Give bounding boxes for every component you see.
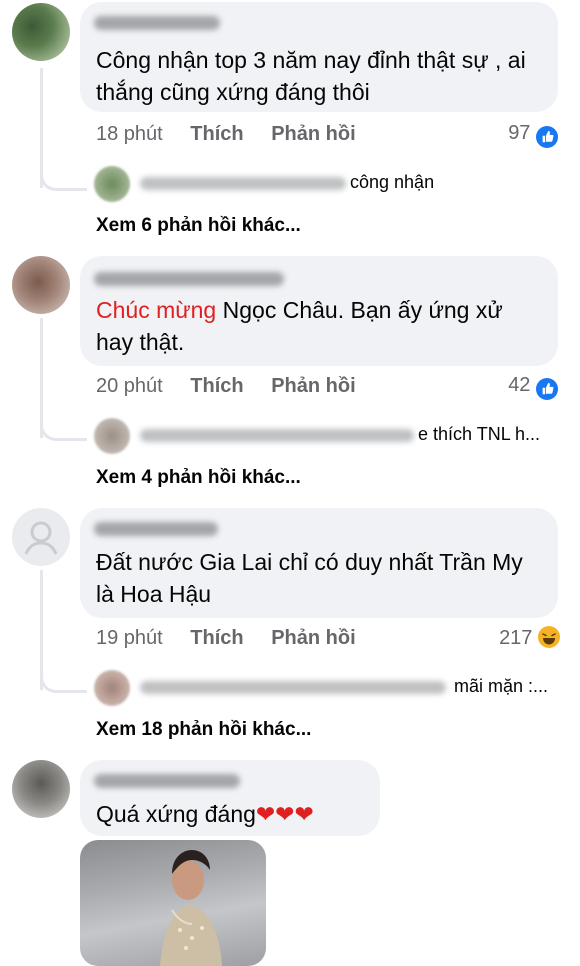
avatar[interactable] — [12, 3, 70, 61]
reply-button[interactable]: Phản hồi — [271, 375, 355, 397]
reaction-count: 217 — [499, 627, 533, 649]
avatar[interactable] — [12, 760, 70, 818]
haha-icon — [538, 626, 560, 648]
heart-emoji: ❤❤❤ — [255, 801, 314, 827]
like-button[interactable]: Thích — [190, 627, 243, 649]
reply-button[interactable]: Phản hồi — [271, 627, 355, 649]
thread-curve — [40, 168, 87, 191]
comment-photo[interactable] — [80, 840, 266, 966]
comment-text: Quá xứng đáng❤❤❤ — [96, 798, 314, 830]
reply-preview[interactable]: e thích TNL h... — [418, 424, 540, 445]
reply-preview[interactable]: công nhận — [350, 172, 434, 193]
reaction-count-group[interactable]: 42 — [480, 374, 558, 400]
comment-text: Đất nước Gia Lai chỉ có duy nhất Trần My… — [96, 549, 523, 607]
like-icon — [536, 125, 558, 148]
comment-time[interactable]: 18 phút — [96, 123, 163, 145]
reaction-count: 97 — [508, 122, 531, 144]
comment-text: Công nhận top 3 năm nay đỉnh thật sự , a… — [96, 47, 526, 105]
comment-time[interactable]: 19 phút — [96, 627, 163, 649]
thread-curve — [40, 418, 87, 441]
view-more-replies[interactable]: Xem 18 phản hồi khác... — [96, 719, 311, 741]
reply-author-redacted — [140, 681, 446, 694]
default-avatar-icon — [24, 521, 58, 555]
comment-bubble: Quá xứng đáng❤❤❤ — [80, 760, 380, 836]
reply-avatar[interactable] — [94, 670, 130, 706]
comment-meta: 19 phút Thích Phản hồi — [96, 627, 356, 650]
avatar[interactable] — [12, 508, 70, 566]
comment-meta: 18 phút Thích Phản hồi — [96, 123, 356, 146]
view-more-replies[interactable]: Xem 6 phản hồi khác... — [96, 215, 301, 237]
thread-curve — [40, 670, 87, 693]
reaction-count-group[interactable]: 217 — [470, 626, 560, 650]
author-name-redacted[interactable] — [94, 272, 284, 286]
comment-text: Chúc mừng Ngọc Châu. Bạn ấy ứng xử hay t… — [96, 294, 536, 358]
like-icon — [536, 377, 558, 400]
comment-text-body: Quá xứng đáng — [96, 801, 256, 827]
comment-highlight: Chúc mừng — [96, 297, 217, 323]
comment-meta: 20 phút Thích Phản hồi — [96, 375, 356, 398]
view-more-replies[interactable]: Xem 4 phản hồi khác... — [96, 467, 301, 489]
comment-bubble: Đất nước Gia Lai chỉ có duy nhất Trần My… — [80, 508, 558, 618]
reply-avatar[interactable] — [94, 166, 130, 202]
reaction-count-group[interactable]: 97 — [480, 122, 558, 148]
author-name-redacted[interactable] — [94, 16, 220, 30]
author-name-redacted[interactable] — [94, 522, 218, 536]
reply-preview[interactable]: mãi mặn :... — [454, 676, 548, 697]
like-button[interactable]: Thích — [190, 123, 243, 145]
portrait-image — [160, 850, 222, 966]
comment-bubble: Công nhận top 3 năm nay đỉnh thật sự , a… — [80, 2, 558, 112]
reaction-count: 42 — [508, 374, 531, 396]
comment-time[interactable]: 20 phút — [96, 375, 163, 397]
like-button[interactable]: Thích — [190, 375, 243, 397]
reply-button[interactable]: Phản hồi — [271, 123, 355, 145]
author-name-redacted[interactable] — [94, 774, 240, 788]
avatar[interactable] — [12, 256, 70, 314]
comment-bubble: Chúc mừng Ngọc Châu. Bạn ấy ứng xử hay t… — [80, 256, 558, 366]
reply-author-redacted — [140, 177, 346, 190]
reply-author-redacted — [140, 429, 414, 442]
reply-avatar[interactable] — [94, 418, 130, 454]
